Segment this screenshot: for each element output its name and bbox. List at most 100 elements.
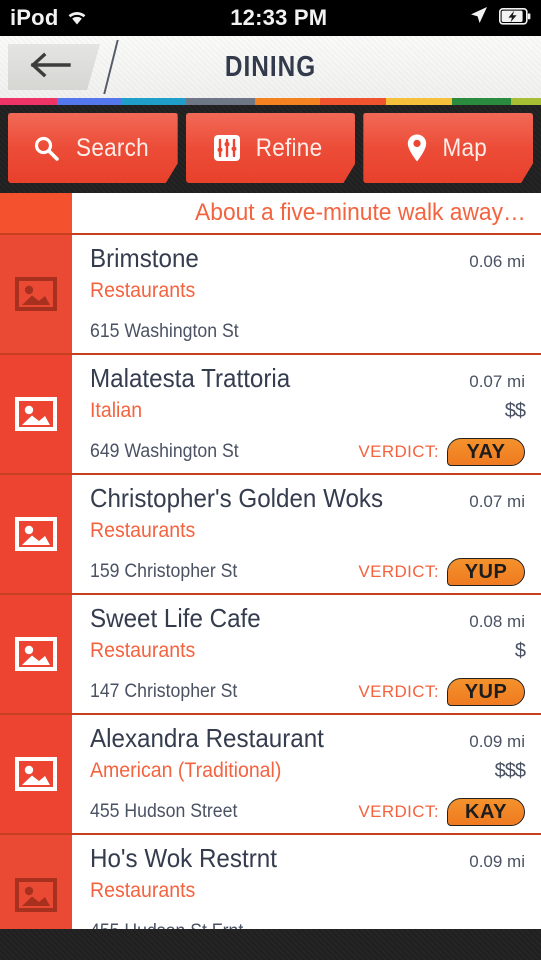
venue-price: $: [514, 640, 526, 662]
venue-name: Ho's Wok Restrnt: [90, 843, 277, 873]
action-bar: Search Refine Map: [0, 105, 541, 193]
search-button[interactable]: Search: [8, 113, 178, 183]
row-body: Sweet Life Cafe 0.08 mi Restaurants $ 14…: [72, 595, 541, 713]
venue-category[interactable]: Italian: [90, 399, 142, 423]
row-thumbnail[interactable]: [0, 595, 72, 713]
stripe-segment-0: [0, 98, 57, 105]
row-body: Brimstone 0.06 mi Restaurants 615 Washin…: [72, 235, 541, 353]
stripe-segment-4: [254, 98, 320, 105]
stripe-segment-6: [386, 98, 453, 105]
venue-distance: 0.08 mi: [469, 612, 525, 631]
image-placeholder-icon: [15, 878, 57, 912]
stripe-segment-3: [185, 98, 255, 105]
row-line-name: Alexandra Restaurant 0.09 mi: [90, 723, 525, 759]
row-body: Alexandra Restaurant 0.09 mi American (T…: [72, 715, 541, 833]
map-button-label: Map: [442, 133, 488, 162]
venue-distance: 0.06 mi: [469, 252, 525, 271]
row-line-name: Sweet Life Cafe 0.08 mi: [90, 603, 525, 639]
stripe-segment-8: [511, 98, 541, 105]
row-thumbnail[interactable]: [0, 835, 72, 929]
row-line-address: 649 Washington St VERDICT: YAY: [90, 435, 525, 469]
venue-address: 147 Christopher St: [90, 681, 238, 702]
row-body: Christopher's Golden Woks 0.07 mi Restau…: [72, 475, 541, 593]
row-line-name: Malatesta Trattoria 0.07 mi: [90, 363, 525, 399]
verdict-badge[interactable]: KAY: [447, 798, 525, 826]
venue-name: Brimstone: [90, 243, 199, 273]
venue-address: 455 Hudson Street: [90, 801, 238, 822]
image-placeholder-icon: [15, 757, 57, 791]
verdict-text: YAY: [466, 440, 506, 463]
row-thumbnail[interactable]: [0, 355, 72, 473]
walk-note-label: About a five-minute walk away…: [195, 199, 526, 226]
row-line-category: Restaurants $: [90, 639, 526, 675]
venue-price: $$: [504, 400, 526, 422]
row-line-address: 615 Washington St VERDICT:: [90, 315, 525, 349]
row-line-address: 455 Hudson Street VERDICT: KAY: [90, 795, 525, 829]
row-body: Ho's Wok Restrnt 0.09 mi Restaurants 455…: [72, 835, 541, 929]
venue-distance: 0.07 mi: [469, 372, 525, 391]
battery-charging-icon: [499, 5, 531, 31]
row-thumbnail[interactable]: [0, 475, 72, 593]
location-arrow-icon: [469, 5, 489, 31]
sliders-icon: [214, 135, 241, 161]
wifi-icon: [66, 5, 88, 31]
row-line-address: 159 Christopher St VERDICT: YUP: [90, 555, 525, 589]
map-pin-icon: [406, 133, 428, 163]
venue-verdict[interactable]: VERDICT: KAY: [358, 798, 525, 826]
refine-button[interactable]: Refine: [185, 113, 356, 183]
verdict-text: YUP: [464, 680, 508, 703]
table-row[interactable]: Malatesta Trattoria 0.07 mi Italian $$ 6…: [0, 355, 541, 475]
venue-address: 159 Christopher St: [90, 561, 238, 582]
verdict-text: KAY: [465, 800, 507, 823]
row-line-name: Christopher's Golden Woks 0.07 mi: [90, 483, 525, 519]
color-stripe: [0, 98, 541, 105]
row-thumbnail[interactable]: [0, 715, 72, 833]
venue-address: 649 Washington St: [90, 441, 239, 462]
stripe-segment-2: [121, 98, 186, 105]
stripe-segment-5: [319, 98, 387, 105]
table-row[interactable]: Brimstone 0.06 mi Restaurants 615 Washin…: [0, 235, 541, 355]
row-line-category: Italian $$: [90, 399, 526, 435]
venue-verdict[interactable]: VERDICT: YUP: [358, 678, 525, 706]
table-row[interactable]: Sweet Life Cafe 0.08 mi Restaurants $ 14…: [0, 595, 541, 715]
venue-name: Alexandra Restaurant: [90, 723, 324, 753]
clock-label: 12:33 PM: [230, 5, 328, 30]
map-button[interactable]: Map: [363, 113, 534, 183]
venue-category[interactable]: Restaurants: [90, 519, 195, 543]
app-root: iPod 12:33 PM DINING Search Refine Map A…: [0, 0, 541, 960]
venue-category[interactable]: Restaurants: [90, 879, 195, 903]
nav-bar: DINING: [0, 36, 541, 98]
image-placeholder-icon: [15, 517, 57, 551]
table-row[interactable]: Christopher's Golden Woks 0.07 mi Restau…: [0, 475, 541, 595]
venue-verdict[interactable]: VERDICT: YAY: [358, 438, 525, 466]
row-thumbnail[interactable]: [0, 235, 72, 353]
verdict-label: VERDICT:: [358, 682, 439, 701]
verdict-label: VERDICT:: [358, 442, 439, 461]
search-icon: [32, 134, 60, 162]
row-line-category: Restaurants: [90, 519, 525, 555]
status-bar-left: iPod: [10, 5, 88, 31]
stripe-segment-1: [56, 98, 122, 105]
carrier-label: iPod: [10, 5, 59, 30]
venue-category[interactable]: American (Traditional): [90, 759, 281, 783]
walk-note-accent: [0, 193, 72, 233]
venue-category[interactable]: Restaurants: [90, 639, 195, 663]
venue-category[interactable]: Restaurants: [90, 279, 195, 303]
row-line-category: Restaurants: [90, 879, 525, 915]
refine-button-label: Refine: [256, 133, 323, 162]
table-row[interactable]: Ho's Wok Restrnt 0.09 mi Restaurants 455…: [0, 835, 541, 929]
stripe-segment-7: [452, 98, 512, 105]
row-line-address: 455 Hudson St Frnt VERDICT:: [90, 915, 525, 929]
venue-distance: 0.07 mi: [469, 492, 525, 511]
results-list[interactable]: About a five-minute walk away… Brimstone…: [0, 193, 541, 929]
status-bar-right: [469, 5, 531, 31]
image-placeholder-icon: [15, 637, 57, 671]
verdict-badge[interactable]: YAY: [447, 438, 525, 466]
verdict-badge[interactable]: YUP: [447, 558, 525, 586]
verdict-badge[interactable]: YUP: [447, 678, 525, 706]
venue-verdict[interactable]: VERDICT: YUP: [358, 558, 525, 586]
status-bar-center: 12:33 PM: [88, 5, 469, 31]
search-button-label: Search: [76, 133, 150, 162]
venue-name: Sweet Life Cafe: [90, 603, 261, 633]
table-row[interactable]: Alexandra Restaurant 0.09 mi American (T…: [0, 715, 541, 835]
